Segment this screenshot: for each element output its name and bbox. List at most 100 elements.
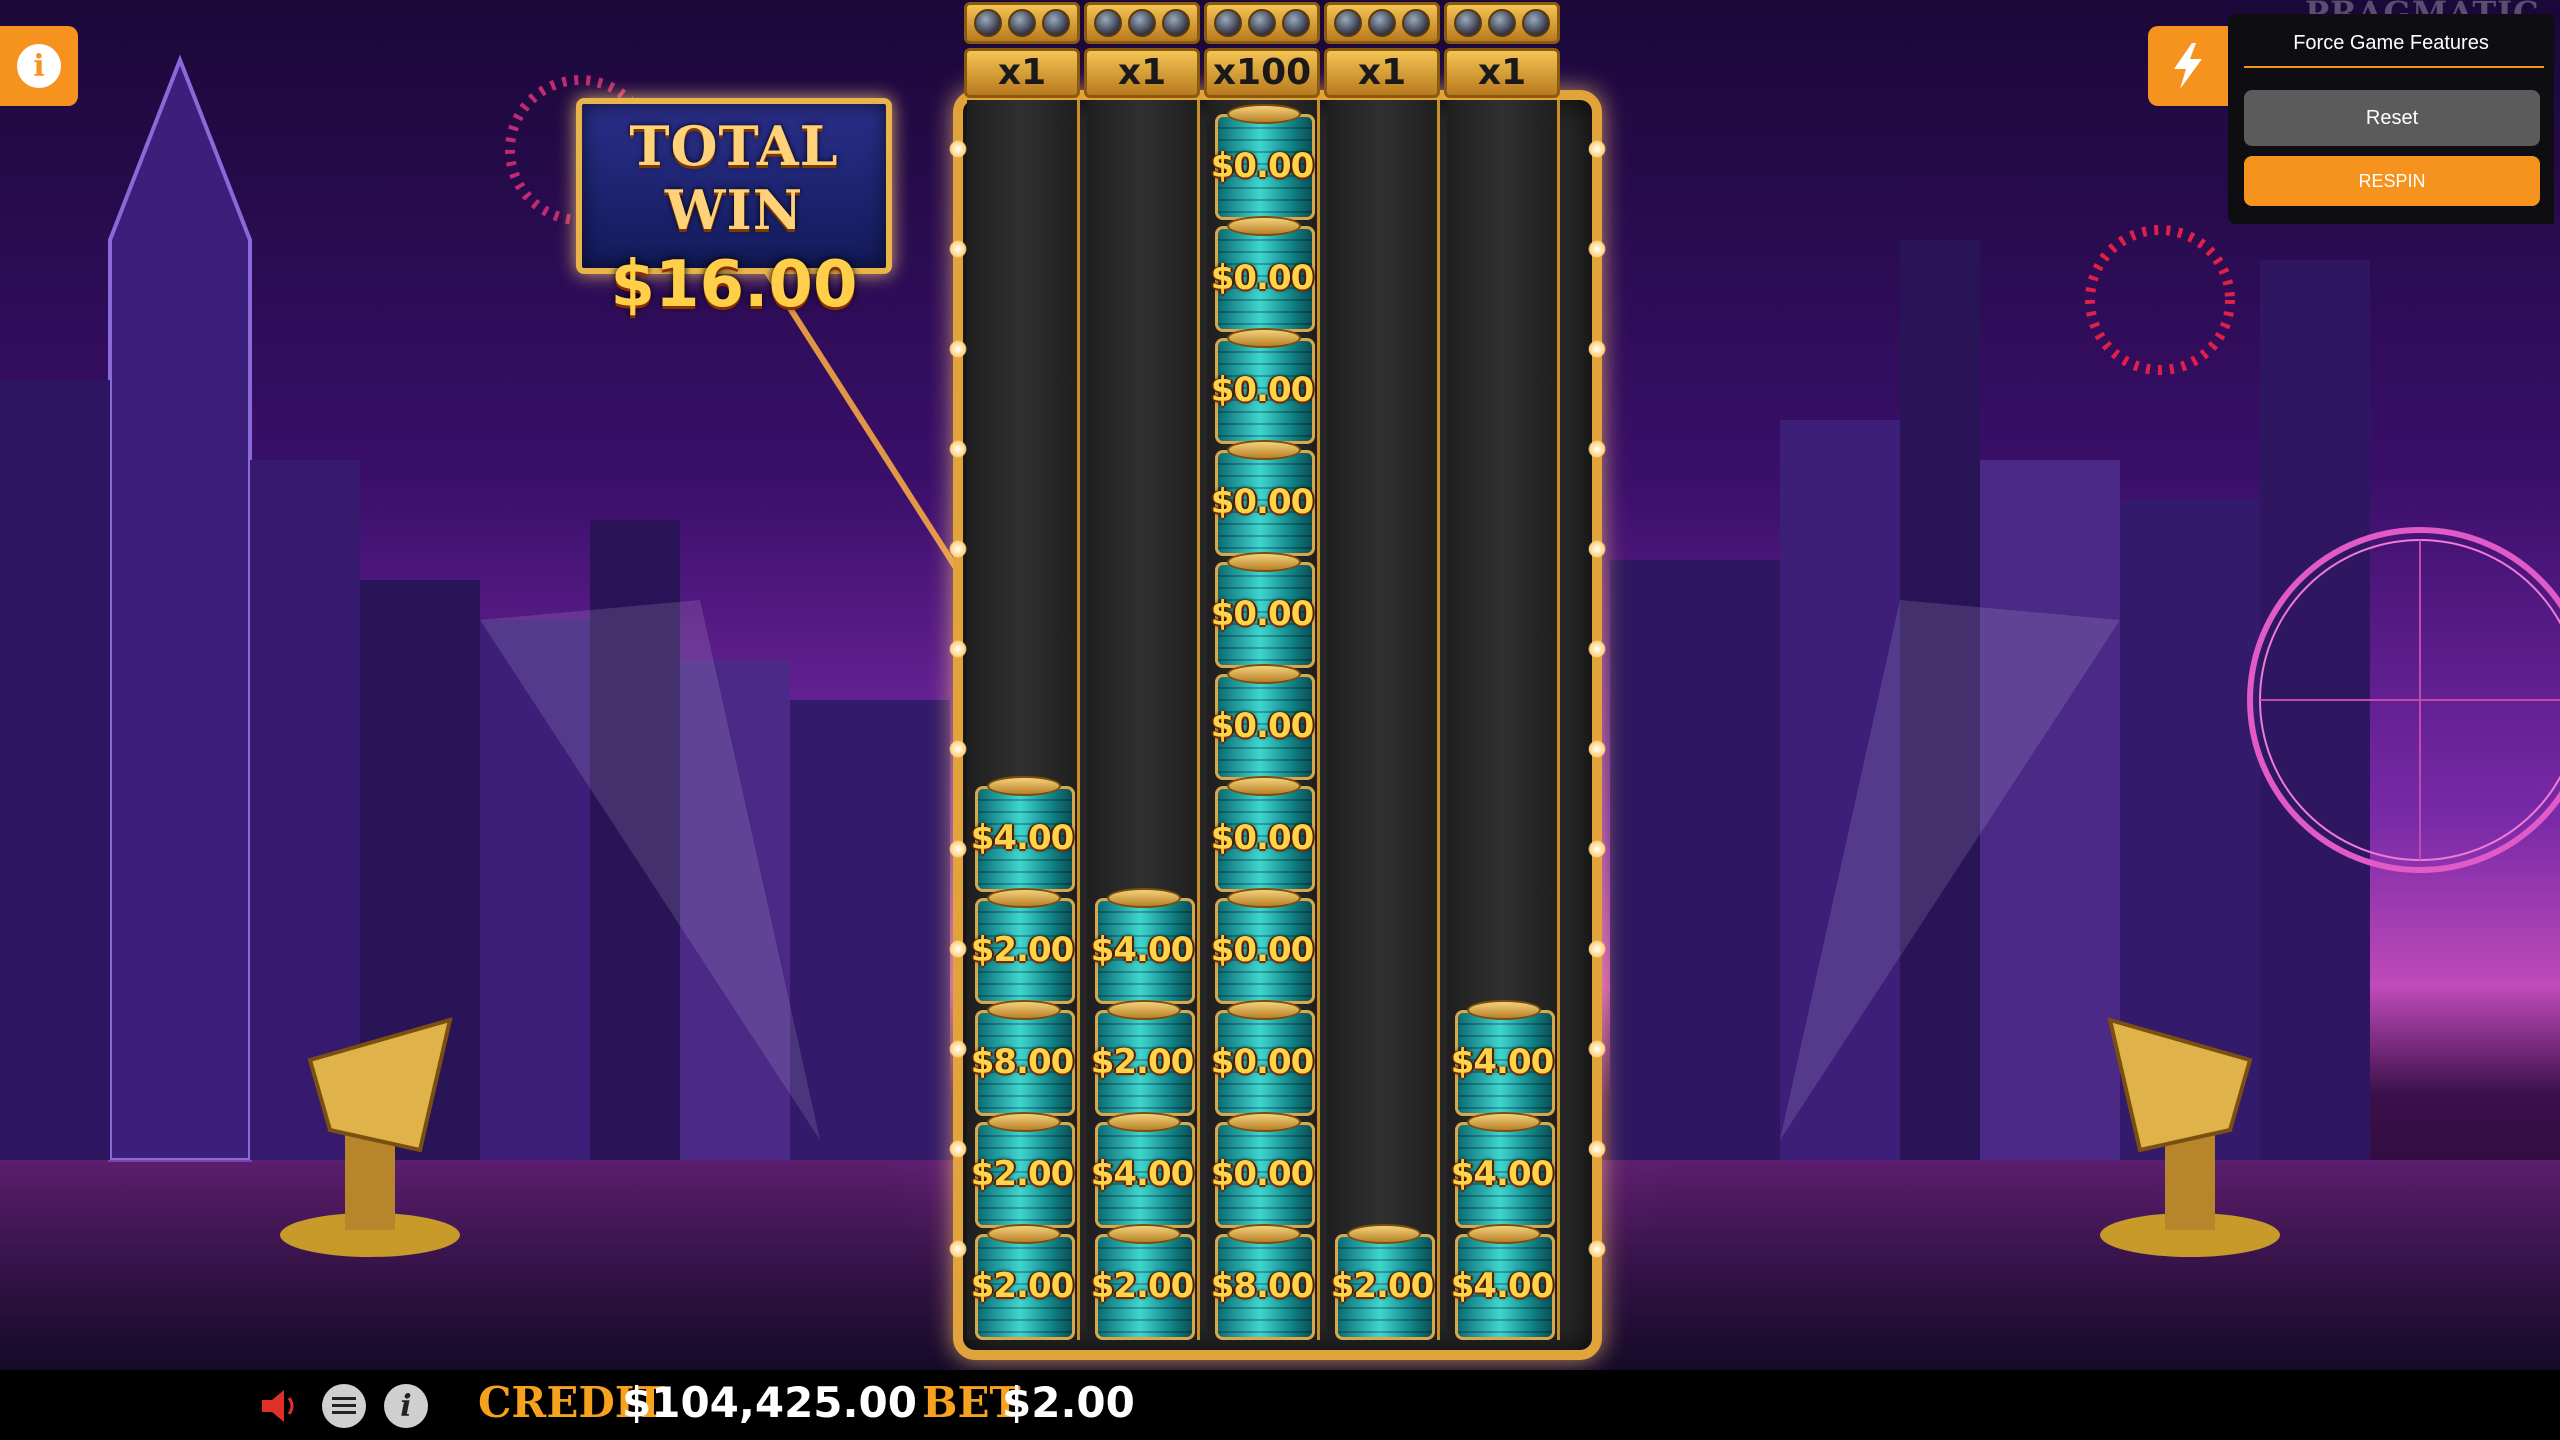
reset-button[interactable]: Reset: [2244, 90, 2540, 146]
cash-value-label: $0.00: [1210, 482, 1315, 522]
cash-stack-symbol: $4.00: [967, 776, 1077, 892]
coin-stack-top: [1467, 1224, 1541, 1244]
multiplier-slot-icon: [1248, 9, 1276, 37]
multiplier-slot-icon: [1368, 9, 1396, 37]
frame-light-bulb: [949, 940, 967, 958]
frame-light-bulb: [949, 340, 967, 358]
cash-value-label: $2.00: [970, 1266, 1075, 1306]
cash-value-label: $0.00: [1210, 258, 1315, 298]
frame-light-bulb: [1588, 140, 1606, 158]
cash-value-label: $2.00: [970, 930, 1075, 970]
multiplier-slot-icon: [974, 9, 1002, 37]
paytable-info-button[interactable]: i: [384, 1384, 428, 1428]
reel-column: [1327, 100, 1440, 1340]
cash-stack-symbol: $0.00: [1207, 440, 1317, 556]
sound-button[interactable]: [258, 1384, 302, 1428]
cash-value-label: $0.00: [1210, 1154, 1315, 1194]
total-win-display: TOTAL WIN $16.00: [576, 98, 892, 322]
cash-stack-symbol: $4.00: [1447, 1000, 1557, 1116]
cash-stack-symbol: $0.00: [1207, 776, 1317, 892]
multiplier-slot-icon: [1402, 9, 1430, 37]
cash-stack-symbol: $0.00: [1207, 664, 1317, 780]
frame-light-bulb: [949, 1140, 967, 1158]
cash-value-label: $4.00: [970, 818, 1075, 858]
cash-value-label: $4.00: [1090, 1154, 1195, 1194]
panel-title: Force Game Features: [2293, 32, 2489, 54]
cash-stack-symbol: $2.00: [1087, 1000, 1197, 1116]
frame-light-bulb: [949, 840, 967, 858]
multiplier-slot-icon: [1334, 9, 1362, 37]
left-spotlight: [280, 1017, 460, 1257]
frame-light-bulb: [949, 1040, 967, 1058]
cash-stack-symbol: $8.00: [1207, 1224, 1317, 1340]
frame-light-bulb: [949, 240, 967, 258]
cash-stack-symbol: $2.00: [1087, 1224, 1197, 1340]
frame-light-bulb: [1588, 1040, 1606, 1058]
cash-value-label: $0.00: [1210, 370, 1315, 410]
cash-value-label: $0.00: [1210, 930, 1315, 970]
coin-stack-top: [1107, 1224, 1181, 1244]
coin-stack-top: [1227, 776, 1301, 796]
multiplier-slot-icon: [1282, 9, 1310, 37]
info-button[interactable]: i: [0, 26, 78, 106]
respin-button[interactable]: RESPIN: [2244, 156, 2540, 206]
coin-stack-top: [1107, 888, 1181, 908]
frame-light-bulb: [1588, 1240, 1606, 1258]
cash-stack-symbol: $4.00: [1447, 1112, 1557, 1228]
cash-value-label: $0.00: [1210, 1042, 1315, 1082]
cash-stack-symbol: $0.00: [1207, 328, 1317, 444]
coin-stack-top: [987, 776, 1061, 796]
coin-stack-top: [1227, 440, 1301, 460]
coin-stack-top: [1227, 552, 1301, 572]
frame-light-bulb: [949, 640, 967, 658]
frame-light-bulb: [949, 740, 967, 758]
coin-stack-top: [1107, 1000, 1181, 1020]
force-game-features-panel: Force Game Features Reset RESPIN: [2228, 14, 2554, 224]
multiplier-slot-icon: [1094, 9, 1122, 37]
total-win-label: TOTAL WIN: [629, 114, 839, 242]
frame-light-bulb: [1588, 640, 1606, 658]
bottom-bar: i CREDIT $104,425.00 BET $2.00: [0, 1370, 2560, 1440]
cash-value-label: $2.00: [1090, 1266, 1195, 1306]
multiplier-slots: [1324, 2, 1440, 44]
cash-value-label: $2.00: [1330, 1266, 1435, 1306]
multiplier-slots: [1444, 2, 1560, 44]
multiplier-slot-icon: [1522, 9, 1550, 37]
coin-stack-top: [1227, 104, 1301, 124]
cash-stack-symbol: $8.00: [967, 1000, 1077, 1116]
multiplier-slot-icon: [1214, 9, 1242, 37]
credit-value: $104,425.00: [622, 1378, 917, 1427]
multiplier-slots: [1084, 2, 1200, 44]
bet-value: $2.00: [1002, 1378, 1135, 1427]
coin-stack-top: [987, 1112, 1061, 1132]
cash-value-label: $4.00: [1450, 1154, 1555, 1194]
reel-multiplier-header: x1: [964, 2, 1080, 98]
frame-light-bulb: [1588, 440, 1606, 458]
cash-value-label: $4.00: [1450, 1266, 1555, 1306]
force-features-toggle-button[interactable]: [2148, 26, 2228, 106]
multiplier-slot-icon: [1128, 9, 1156, 37]
cash-value-label: $8.00: [1210, 1266, 1315, 1306]
frame-light-bulb: [1588, 940, 1606, 958]
cash-stack-symbol: $0.00: [1207, 104, 1317, 220]
multiplier-slot-icon: [1454, 9, 1482, 37]
coin-stack-top: [1227, 216, 1301, 236]
reel-multiplier-label: x1: [964, 48, 1080, 98]
reel-multiplier-label: x1: [1444, 48, 1560, 98]
reel-multiplier-header: x1: [1444, 2, 1560, 98]
reel-multiplier-label: x1: [1324, 48, 1440, 98]
frame-light-bulb: [1588, 1140, 1606, 1158]
menu-button[interactable]: [322, 1384, 366, 1428]
right-spotlight: [2100, 1017, 2280, 1257]
info-icon: i: [400, 1388, 412, 1424]
frame-light-bulb: [949, 440, 967, 458]
coin-stack-top: [987, 1224, 1061, 1244]
cash-value-label: $0.00: [1210, 706, 1315, 746]
frame-light-bulb: [1588, 540, 1606, 558]
cash-stack-symbol: $2.00: [1327, 1224, 1437, 1340]
speaker-icon: [262, 1390, 294, 1422]
coin-stack-top: [1467, 1112, 1541, 1132]
coin-stack-top: [1227, 888, 1301, 908]
cash-value-label: $0.00: [1210, 594, 1315, 634]
cash-value-label: $4.00: [1450, 1042, 1555, 1082]
